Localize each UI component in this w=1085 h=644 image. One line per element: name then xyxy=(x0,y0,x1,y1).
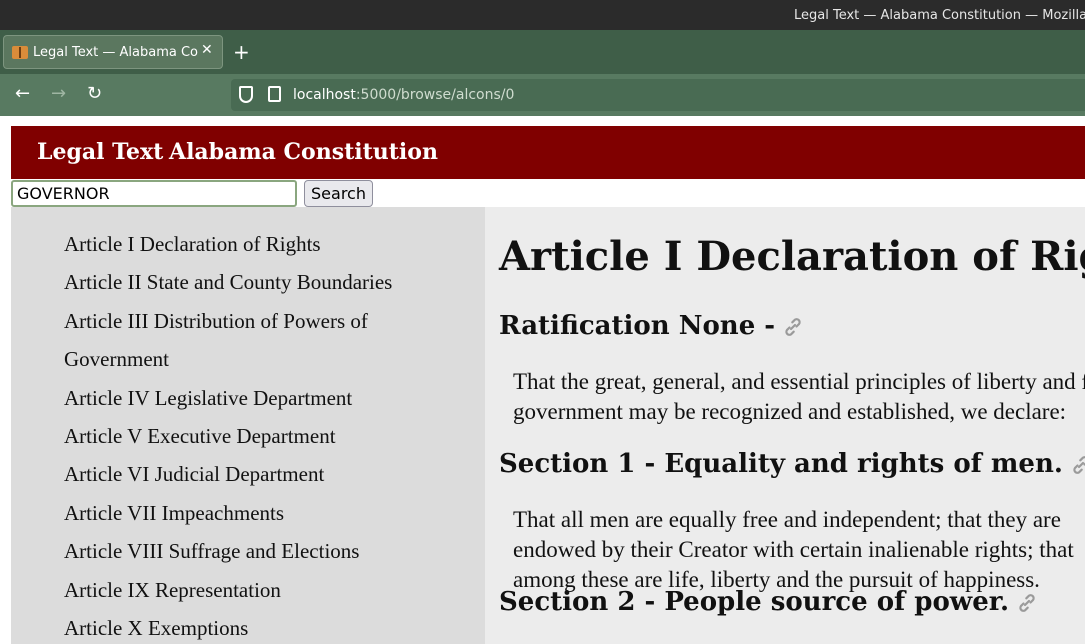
close-icon[interactable]: ✕ xyxy=(201,42,213,58)
forward-arrow-icon[interactable]: → xyxy=(51,83,66,104)
toc-item-article-1[interactable]: Article I Declaration of Rights xyxy=(64,225,464,263)
search-button[interactable]: Search xyxy=(304,180,373,207)
link-icon[interactable] xyxy=(1015,591,1039,615)
toc-item-article-3[interactable]: Article III Distribution of Powers of Go… xyxy=(64,302,464,379)
toc-item-article-10[interactable]: Article X Exemptions xyxy=(64,609,464,644)
url-path: :5000/browse/alcons/0 xyxy=(355,87,515,103)
toc-item-article-5[interactable]: Article V Executive Department xyxy=(64,417,464,455)
address-bar[interactable]: localhost:5000/browse/alcons/0 xyxy=(231,79,1085,111)
section-title: Section 2 - People source of power. xyxy=(499,587,1010,617)
main-content: Article I Declaration of Rights Ratifica… xyxy=(485,207,1085,644)
url-host: localhost xyxy=(293,87,356,103)
link-icon[interactable] xyxy=(1069,453,1085,477)
back-arrow-icon[interactable]: ← xyxy=(15,83,30,104)
section-title: Ratification None - xyxy=(499,311,776,341)
tab-title: Legal Text — Alabama Constitution xyxy=(33,45,198,60)
section-text: That the great, general, and essential p… xyxy=(513,369,1085,424)
sidebar: Article I Declaration of Rights Article … xyxy=(11,207,485,644)
page-title: Article I Declaration of Rights xyxy=(499,233,1085,280)
url-text[interactable]: localhost:5000/browse/alcons/0 xyxy=(293,87,514,103)
shield-icon[interactable] xyxy=(239,86,253,103)
section-heading: Section 1 - Equality and rights of men. xyxy=(499,449,1085,479)
window-titlebar: Legal Text — Alabama Constitution — Mozi… xyxy=(0,0,1085,30)
tab-strip: Legal Text — Alabama Constitution ✕ + xyxy=(0,30,1085,74)
toc-item-article-7[interactable]: Article VII Impeachments xyxy=(64,494,464,532)
link-icon[interactable] xyxy=(781,315,805,339)
section-heading: Section 2 - People source of power. xyxy=(499,587,1039,617)
reload-icon[interactable]: ↻ xyxy=(87,83,102,104)
browser-tab[interactable]: Legal Text — Alabama Constitution ✕ xyxy=(3,35,223,69)
toc-item-article-6[interactable]: Article VI Judicial Department xyxy=(64,455,464,493)
page-icon[interactable] xyxy=(268,86,281,102)
navigation-toolbar: ← → ↻ localhost:5000/browse/alcons/0 xyxy=(0,74,1085,116)
book-icon xyxy=(12,46,28,59)
site-header: Legal Text Alabama Constitution xyxy=(11,126,1085,179)
article-list: Article I Declaration of Rights Article … xyxy=(64,225,464,644)
toc-item-article-9[interactable]: Article IX Representation xyxy=(64,571,464,609)
new-tab-icon[interactable]: + xyxy=(233,40,250,64)
toc-item-article-2[interactable]: Article II State and County Boundaries xyxy=(64,263,464,301)
nav-link-alabama-constitution[interactable]: Alabama Constitution xyxy=(169,139,438,165)
site-brand-link[interactable]: Legal Text xyxy=(37,139,163,165)
section-text: That all men are equally free and indepe… xyxy=(513,507,1074,592)
section-heading: Ratification None - xyxy=(499,311,805,341)
page-top-gap xyxy=(0,116,1085,126)
search-input[interactable] xyxy=(11,180,297,207)
section-title: Section 1 - Equality and rights of men. xyxy=(499,449,1063,479)
window-title: Legal Text — Alabama Constitution — Mozi… xyxy=(794,8,1085,23)
toc-item-article-8[interactable]: Article VIII Suffrage and Elections xyxy=(64,532,464,570)
toc-item-article-4[interactable]: Article IV Legislative Department xyxy=(64,379,464,417)
